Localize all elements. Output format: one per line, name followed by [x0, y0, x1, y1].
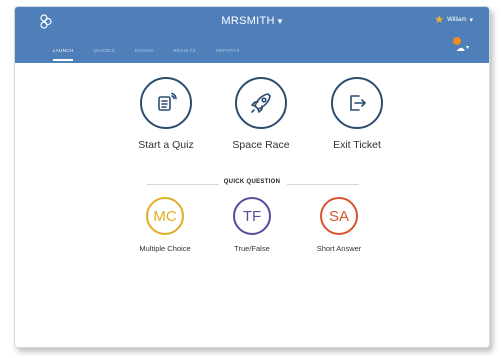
exit-ticket-button[interactable]: Exit Ticket [312, 77, 402, 151]
exit-icon [331, 77, 383, 129]
user-menu[interactable]: ★ William ▾ [434, 14, 473, 26]
space-race-label: Space Race [232, 139, 290, 151]
true-false-label: True/False [234, 244, 270, 253]
tab-reports[interactable]: Reports [216, 48, 240, 61]
tf-badge: TF [233, 197, 271, 235]
class-selector[interactable]: MRSMITH ▾ [15, 15, 489, 27]
start-quiz-label: Start a Quiz [138, 139, 194, 151]
chevron-down-icon: ▾ [469, 17, 473, 24]
tab-quizzes[interactable]: Quizzes [93, 48, 115, 61]
quick-question-title: QUICK QUESTION [223, 179, 281, 185]
star-icon: ★ [434, 14, 445, 26]
true-false-button[interactable]: TF True/False [212, 197, 292, 253]
notifications-menu[interactable]: ☁ ▾ [453, 37, 470, 53]
start-quiz-button[interactable]: Start a Quiz [121, 77, 211, 151]
app-window: MRSMITH ▾ ★ William ▾ Launch Quizzes Room… [14, 6, 490, 348]
multiple-choice-button[interactable]: MC Multiple Choice [125, 197, 205, 253]
rocket-icon [235, 77, 287, 129]
user-name: William [447, 17, 467, 23]
mc-badge: MC [146, 197, 184, 235]
tab-launch[interactable]: Launch [53, 48, 74, 61]
quiz-icon [140, 77, 192, 129]
cloud-icon: ☁ [456, 43, 465, 53]
exit-ticket-label: Exit Ticket [333, 139, 381, 151]
top-bar: MRSMITH ▾ ★ William ▾ Launch Quizzes Room… [15, 7, 489, 63]
main-nav: Launch Quizzes Rooms Results Reports [53, 48, 260, 61]
space-race-button[interactable]: Space Race [216, 77, 306, 151]
sa-badge: SA [320, 197, 358, 235]
chevron-down-icon: ▾ [466, 45, 470, 51]
tab-rooms[interactable]: Rooms [135, 48, 154, 61]
chevron-down-icon: ▾ [277, 16, 283, 26]
multiple-choice-label: Multiple Choice [139, 244, 191, 253]
short-answer-label: Short Answer [316, 244, 362, 253]
short-answer-button[interactable]: SA Short Answer [299, 197, 379, 253]
tab-results[interactable]: Results [173, 48, 196, 61]
class-name-label: MRSMITH [221, 15, 275, 27]
